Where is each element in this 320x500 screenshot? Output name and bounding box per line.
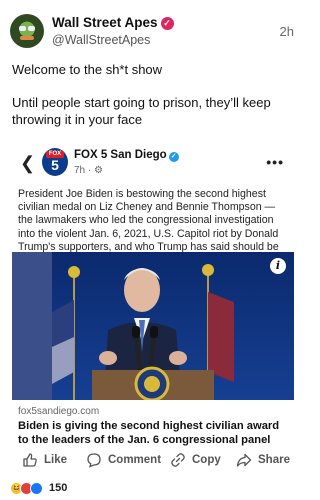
source-time: 7h · ⚙ bbox=[74, 165, 103, 176]
info-icon[interactable]: i bbox=[270, 258, 286, 274]
share-button[interactable]: Share bbox=[236, 452, 290, 468]
article-domain: fox5sandiego.com bbox=[18, 406, 100, 417]
source-name[interactable]: FOX 5 San Diego ✓ bbox=[74, 149, 179, 162]
article-headline[interactable]: Biden is giving the second highest civil… bbox=[18, 420, 290, 447]
like-button[interactable]: Like bbox=[22, 452, 67, 468]
article-photo[interactable]: i bbox=[12, 252, 294, 400]
share-icon bbox=[236, 453, 252, 467]
more-icon[interactable]: ••• bbox=[266, 154, 284, 170]
chevron-left-icon[interactable]: ❮ bbox=[20, 153, 35, 174]
reaction-count: 150 bbox=[49, 482, 68, 494]
author-handle[interactable]: @WallStreetApes bbox=[52, 33, 150, 47]
shared-post-header: ❮ FOX 5 FOX 5 San Diego ✓ 7h · ⚙ ••• bbox=[10, 148, 296, 184]
article-photo-image bbox=[12, 252, 294, 400]
post-text: Welcome to the sh*t show Until people st… bbox=[12, 62, 296, 128]
like-icon bbox=[23, 453, 37, 467]
fox5-logo[interactable]: FOX 5 bbox=[42, 148, 68, 176]
author-name[interactable]: Wall Street Apes ✓ bbox=[52, 15, 174, 30]
verified-badge-icon: ✓ bbox=[168, 152, 179, 162]
verified-badge-icon: ✓ bbox=[160, 17, 174, 30]
comment-button[interactable]: Comment bbox=[86, 452, 161, 468]
comment-icon bbox=[87, 453, 101, 468]
post-text-line: Welcome to the sh*t show bbox=[12, 62, 163, 77]
copy-button[interactable]: Copy bbox=[170, 452, 221, 468]
post-text-line: Until people start going to prison, they… bbox=[12, 95, 271, 127]
shared-post-card[interactable]: ❮ FOX 5 FOX 5 San Diego ✓ 7h · ⚙ ••• Pres… bbox=[10, 148, 296, 450]
action-bar: Like Comment Copy Share bbox=[0, 452, 306, 474]
avatar[interactable] bbox=[10, 14, 44, 48]
post-time: 2h bbox=[279, 24, 294, 39]
copy-icon bbox=[171, 453, 185, 467]
like-reaction-icon bbox=[30, 481, 43, 495]
reactions-summary[interactable]: 😆 150 bbox=[10, 480, 67, 496]
post-header: Wall Street Apes ✓ @WallStreetApes 2h bbox=[10, 14, 296, 54]
